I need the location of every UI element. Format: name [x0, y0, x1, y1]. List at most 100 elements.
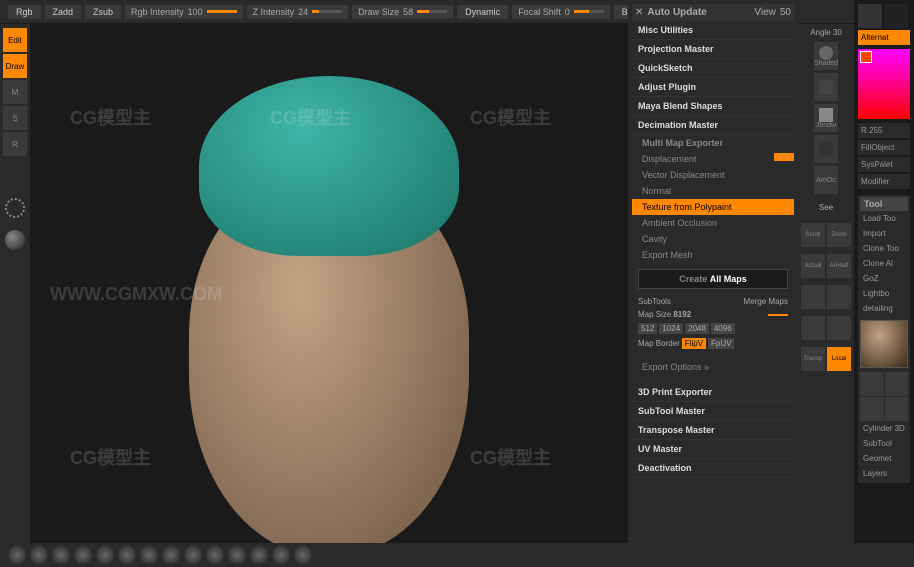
nav-tool-3[interactable] — [801, 316, 825, 340]
opt-normal[interactable]: Normal — [632, 183, 794, 199]
alternat-button[interactable]: Alternat — [858, 30, 910, 45]
tool-header[interactable]: Tool — [860, 197, 908, 211]
dynamic-button[interactable]: Dynamic — [457, 5, 508, 19]
swatch-2[interactable] — [884, 4, 908, 28]
brush-preset[interactable] — [52, 546, 70, 564]
menu-maya-blend-shapes[interactable]: Maya Blend Shapes — [632, 97, 794, 116]
detailing-button[interactable]: detailing — [860, 301, 908, 316]
opt-vector-displacement[interactable]: Vector Displacement — [632, 167, 794, 183]
opt-cavity[interactable]: Cavity — [632, 231, 794, 247]
menu-uv-master[interactable]: UV Master — [632, 440, 794, 459]
render-mode-4[interactable] — [814, 135, 838, 163]
tool-preset-1[interactable] — [860, 372, 884, 396]
menu-subtool-master[interactable]: SubTool Master — [632, 402, 794, 421]
loading-icon — [5, 198, 25, 218]
brush-preset[interactable] — [140, 546, 158, 564]
zadd-button[interactable]: Zadd — [45, 5, 82, 19]
draw-tool[interactable]: Draw — [3, 54, 27, 78]
syspalet-button[interactable]: SysPalet — [858, 157, 910, 172]
brush-preset[interactable] — [294, 546, 312, 564]
import-button[interactable]: Import — [860, 226, 908, 241]
z-intensity-slider[interactable]: Z Intensity 24 — [247, 5, 349, 19]
subtools-merge-row[interactable]: SubTools Merge Maps — [632, 295, 794, 308]
nav-tool-4[interactable] — [827, 316, 851, 340]
viewport[interactable]: CG模型主 CG模型主 CG模型主 WWW.CGMXW.COM CG模型主 CG… — [30, 24, 628, 543]
subtool-section[interactable]: SubTool — [860, 436, 908, 451]
lightbox-button[interactable]: Lightbo — [860, 286, 908, 301]
close-icon[interactable]: ✕ — [635, 7, 643, 18]
menu-projection-master[interactable]: Projection Master — [632, 40, 794, 59]
map-border-row[interactable]: Map Border FlipV FpUV — [632, 336, 794, 351]
draw-size-slider[interactable]: Draw Size 58 — [352, 5, 453, 19]
tool-preset-4[interactable] — [885, 397, 909, 421]
amoc-mode[interactable]: AmOc — [814, 166, 838, 194]
layers-section[interactable]: Layers — [860, 466, 908, 481]
far-right-panel: Alternat R 255 FillObject SysPalet Modif… — [854, 0, 914, 567]
brush-preset[interactable] — [250, 546, 268, 564]
tool-preset-3[interactable] — [860, 397, 884, 421]
nav-tool-2[interactable] — [827, 285, 851, 309]
nav-tool-1[interactable] — [801, 285, 825, 309]
zoom-tool[interactable]: Zoom — [827, 223, 851, 247]
color-picker[interactable] — [858, 49, 910, 119]
menu-misc-utilities[interactable]: Misc Utilities — [632, 21, 794, 40]
color-swatch[interactable] — [860, 51, 872, 63]
brush-preset[interactable] — [8, 546, 26, 564]
rgb-intensity-slider[interactable]: Rgb Intensity 100 — [125, 5, 243, 19]
brush-preset[interactable] — [184, 546, 202, 564]
render-mode-2[interactable] — [814, 73, 838, 101]
brush-preset[interactable] — [74, 546, 92, 564]
export-options[interactable]: Export Options » — [632, 359, 794, 375]
brush-preset[interactable] — [206, 546, 224, 564]
menu-adjust-plugin[interactable]: Adjust Plugin — [632, 78, 794, 97]
map-size-row[interactable]: Map Size 8192 — [632, 308, 794, 321]
clone-tool-button[interactable]: Clone Too — [860, 241, 908, 256]
rgb-button[interactable]: Rgb — [8, 5, 41, 19]
brush-preset[interactable] — [162, 546, 180, 564]
opt-displacement[interactable]: Displacement — [632, 151, 794, 167]
clone-all-button[interactable]: Clone Al — [860, 256, 908, 271]
geometry-section[interactable]: Geomet — [860, 451, 908, 466]
menu-transpose-master[interactable]: Transpose Master — [632, 421, 794, 440]
tool-preset-2[interactable] — [885, 372, 909, 396]
brush-preset[interactable] — [30, 546, 48, 564]
brush-preset[interactable] — [228, 546, 246, 564]
move-tool[interactable]: M — [3, 80, 27, 104]
material-sphere-icon[interactable] — [5, 230, 25, 250]
scroll-tool[interactable]: Scroll — [801, 223, 825, 247]
opt-texture-from-polypaint[interactable]: Texture from Polypaint — [632, 199, 794, 215]
opt-export-mesh[interactable]: Export Mesh — [632, 247, 794, 263]
swatch-1[interactable] — [858, 4, 882, 28]
focal-shift-slider[interactable]: Focal Shift 0 — [512, 5, 610, 19]
auto-update-toggle[interactable]: Auto Update — [647, 7, 750, 18]
transp-tool[interactable]: Transp — [801, 347, 825, 371]
menu-quicksketch[interactable]: QuickSketch — [632, 59, 794, 78]
right-toolbar: Angle 30 Shaded Jbndw AmOc See ScrollZoo… — [798, 24, 854, 567]
create-all-maps-button[interactable]: Create All Maps — [638, 269, 788, 289]
fillobject-button[interactable]: FillObject — [858, 140, 910, 155]
menu-multi-map-exporter[interactable]: Multi Map Exporter — [632, 135, 794, 151]
jbndw-mode[interactable]: Jbndw — [814, 104, 838, 132]
brush-preset[interactable] — [96, 546, 114, 564]
modifier-section[interactable]: Modifier — [858, 174, 910, 189]
brush-preset[interactable] — [118, 546, 136, 564]
menu-deactivation[interactable]: Deactivation — [632, 459, 794, 478]
shaded-mode[interactable]: Shaded — [814, 42, 838, 70]
local-tool[interactable]: Local — [827, 347, 851, 371]
rotate-tool[interactable]: R — [3, 132, 27, 156]
tool-thumbnail[interactable] — [860, 320, 908, 368]
actual-tool[interactable]: Actual — [801, 254, 825, 278]
plugin-panel: ✕ Auto Update View 50 Misc Utilities Pro… — [628, 0, 798, 567]
opt-ambient-occlusion[interactable]: Ambient Occlusion — [632, 215, 794, 231]
sculpt-model — [119, 76, 539, 544]
brush-preset[interactable] — [272, 546, 290, 564]
size-presets-row[interactable]: 512 1024 2048 4096 — [632, 321, 794, 336]
goz-button[interactable]: GoZ — [860, 271, 908, 286]
scale-tool[interactable]: S — [3, 106, 27, 130]
edit-tool[interactable]: Edit — [3, 28, 27, 52]
load-tool-button[interactable]: Load Too — [860, 211, 908, 226]
menu-decimation-master[interactable]: Decimation Master — [632, 116, 794, 135]
menu-3d-print-exporter[interactable]: 3D Print Exporter — [632, 383, 794, 402]
aahalf-tool[interactable]: AAHalf — [827, 254, 851, 278]
zsub-button[interactable]: Zsub — [85, 5, 121, 19]
